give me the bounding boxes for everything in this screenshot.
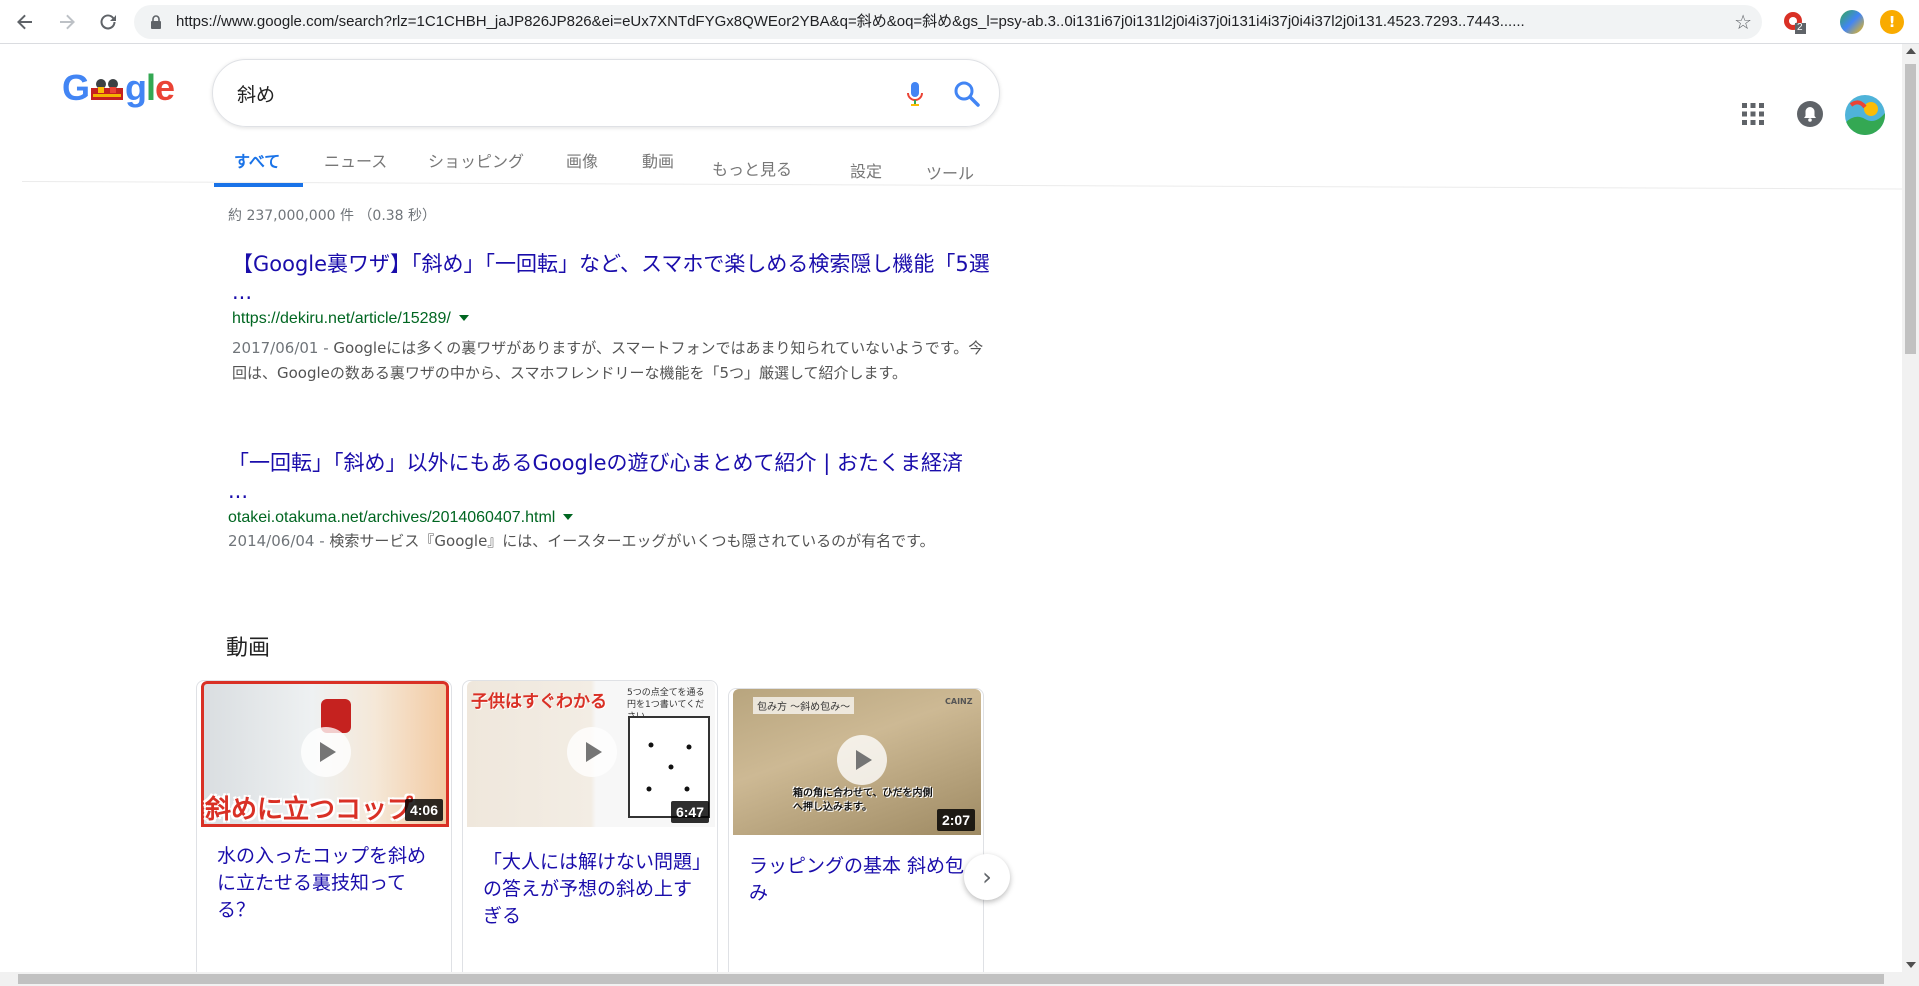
url-dropdown-caret-icon[interactable] [458, 315, 469, 321]
video-duration: 6:47 [670, 801, 709, 823]
play-icon[interactable] [567, 727, 617, 777]
notifications-bell-icon[interactable] [1796, 100, 1824, 128]
tab-videos[interactable]: 動画 [642, 148, 674, 172]
bookmark-star-icon[interactable]: ☆ [1734, 10, 1752, 34]
search-result: 【Google裏ワザ】「斜め」「一回転」など、スマホで楽しめる検索隠し機能「5選… [232, 250, 992, 386]
active-tab-indicator [214, 183, 303, 187]
browser-toolbar: https://www.google.com/search?rlz=1C1CHB… [0, 0, 1919, 44]
google-apps-grid-icon[interactable] [1740, 101, 1766, 127]
result-url: https://dekiru.net/article/15289/ [232, 310, 992, 328]
result-snippet: 2014/06/04 - 検索サービス『Google』には、イースターエッグがい… [228, 529, 988, 554]
video-card[interactable]: 斜めに立つコップ 4:06 水の入ったコップを斜めに立たせる裏技知ってる？ [196, 680, 452, 980]
result-date: 2017/06/01 - [232, 339, 334, 357]
search-box[interactable] [212, 59, 1000, 127]
alert-icon[interactable]: ! [1880, 10, 1904, 34]
profile-avatar-icon[interactable] [1840, 10, 1864, 34]
video-card[interactable]: 包み方 〜斜め包み〜 CAINZ 箱の角に合わせて、ひだを内側へ押し込みます。 … [728, 688, 984, 980]
result-stats: 約 237,000,000 件 （0.38 秒） [228, 208, 437, 224]
result-url-text: otakei.otakuma.net/archives/2014060407.h… [228, 509, 556, 526]
video-thumbnail[interactable]: 子供はすぐわかる 5つの点全てを通る円を1つ書いてください。 6:47 [467, 681, 715, 827]
video-title-link[interactable]: 「大人には解けない問題」の答えが予想の斜め上すぎる [483, 849, 705, 930]
tab-settings[interactable]: 設定 [850, 158, 882, 182]
tab-news[interactable]: ニュース [324, 148, 387, 172]
thumbnail-caption: 子供はすぐわかる [471, 692, 607, 712]
result-title-link[interactable]: 「一回転」「斜め」以外にもあるGoogleの遊び心まとめて紹介 | おたくま経済… [228, 449, 988, 505]
videos-section-heading: 動画 [226, 636, 271, 661]
result-date: 2014/06/04 - [228, 532, 330, 550]
search-icon[interactable] [953, 80, 981, 108]
video-title-link[interactable]: ラッピングの基本 斜め包み [749, 853, 971, 907]
extension-icon[interactable]: 2 [1782, 10, 1806, 34]
video-card[interactable]: 子供はすぐわかる 5つの点全てを通る円を1つ書いてください。 6:47 「大人に… [462, 680, 718, 980]
video-duration: 2:07 [936, 809, 975, 831]
video-duration: 4:06 [404, 799, 443, 821]
search-result: 「一回転」「斜め」以外にもあるGoogleの遊び心まとめて紹介 | おたくま経済… [228, 449, 988, 554]
vertical-scrollbar-thumb[interactable] [1905, 64, 1916, 354]
tab-more[interactable]: もっと見る [712, 156, 792, 180]
horizontal-scrollbar[interactable] [0, 972, 1919, 986]
tab-images[interactable]: 画像 [566, 148, 598, 172]
microphone-icon[interactable] [903, 80, 927, 108]
video-title-link[interactable]: 水の入ったコップを斜めに立たせる裏技知ってる？ [217, 843, 439, 924]
address-bar[interactable]: https://www.google.com/search?rlz=1C1CHB… [134, 5, 1762, 39]
video-thumbnail[interactable]: 斜めに立つコップ 4:06 [201, 681, 449, 827]
horizontal-scrollbar-thumb[interactable] [18, 974, 1884, 984]
forward-arrow-icon[interactable] [54, 9, 80, 35]
scroll-up-arrow-icon[interactable] [1906, 48, 1916, 54]
search-input[interactable] [237, 76, 877, 110]
tab-all[interactable]: すべて [234, 148, 280, 172]
play-icon[interactable] [301, 727, 351, 777]
vertical-scrollbar[interactable] [1902, 44, 1919, 972]
result-url-text: https://dekiru.net/article/15289/ [232, 310, 451, 327]
extension-badge-count: 2 [1797, 22, 1803, 33]
back-arrow-icon[interactable] [12, 9, 38, 35]
thumbnail-note: 箱の角に合わせて、ひだを内側へ押し込みます。 [793, 788, 933, 813]
google-logo[interactable]: Ggle [62, 66, 177, 110]
url-text: https://www.google.com/search?rlz=1C1CHB… [176, 13, 1525, 30]
reload-icon[interactable] [95, 9, 121, 35]
hinamatsuri-doodle-icon [91, 79, 124, 100]
result-url: otakei.otakuma.net/archives/2014060407.h… [228, 509, 988, 527]
thumbnail-brand: CAINZ [945, 697, 973, 706]
url-dropdown-caret-icon[interactable] [563, 514, 574, 520]
result-title-link[interactable]: 【Google裏ワザ】「斜め」「一回転」など、スマホで楽しめる検索隠し機能「5選… [232, 250, 992, 306]
lock-icon [151, 15, 161, 29]
video-thumbnail[interactable]: 包み方 〜斜め包み〜 CAINZ 箱の角に合わせて、ひだを内側へ押し込みます。 … [733, 689, 981, 835]
tab-shopping[interactable]: ショッピング [428, 148, 524, 172]
thumbnail-caption: 斜めに立つコップ [205, 795, 414, 825]
result-snippet: 2017/06/01 - Googleには多くの裏ワザがありますが、スマートフォ… [232, 336, 992, 386]
thumbnail-caption: 包み方 〜斜め包み〜 [753, 697, 855, 714]
tab-tools[interactable]: ツール [926, 160, 974, 184]
result-snippet-text: Googleには多くの裏ワザがありますが、スマートフォンではあまり知られていない… [232, 339, 984, 382]
chevron-right-icon[interactable]: › [964, 854, 1010, 900]
play-icon[interactable] [837, 735, 887, 785]
scroll-down-arrow-icon[interactable] [1906, 962, 1916, 968]
account-avatar[interactable] [1845, 95, 1885, 135]
result-snippet-text: 検索サービス『Google』には、イースターエッグがいくつも隠されているのが有名… [329, 532, 935, 550]
